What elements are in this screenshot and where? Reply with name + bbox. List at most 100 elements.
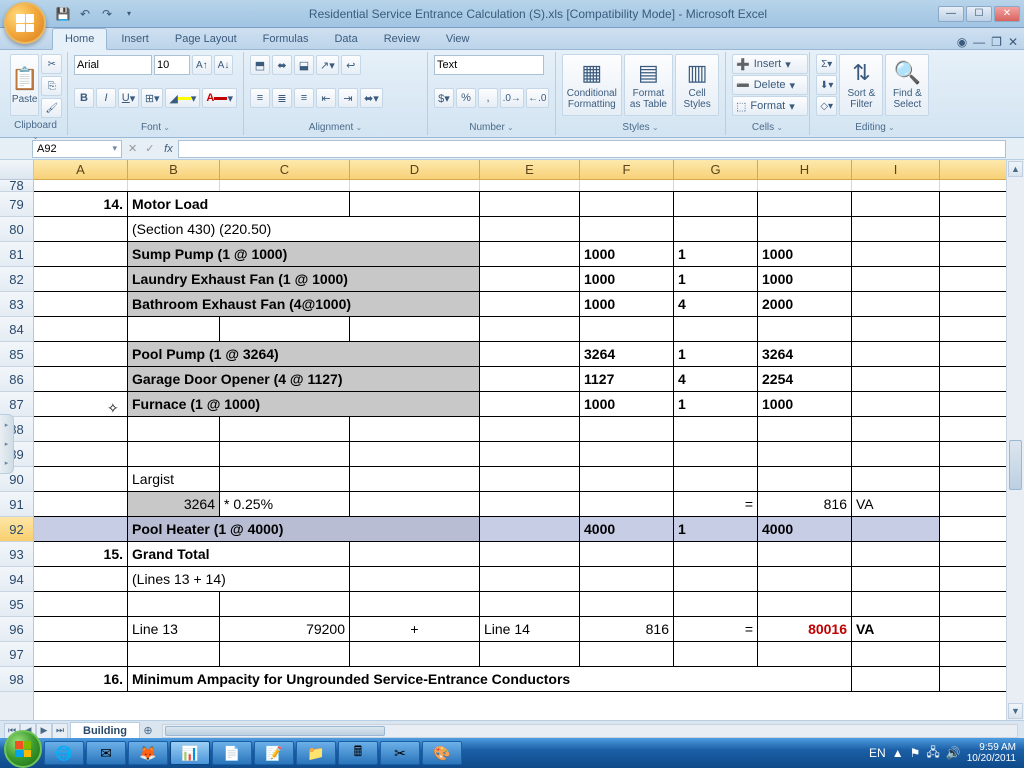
- name-box[interactable]: A92▾: [32, 140, 122, 158]
- table-row[interactable]: 3264 * 0.25%=816VA: [34, 492, 1006, 517]
- cell[interactable]: [480, 217, 580, 241]
- cell[interactable]: [350, 180, 480, 191]
- cell[interactable]: [674, 442, 758, 466]
- align-bottom-button[interactable]: ⬓: [294, 55, 314, 75]
- table-row[interactable]: Garage Door Opener (4 @ 1127)112742254: [34, 367, 1006, 392]
- taskbar-app-snip[interactable]: ✂: [380, 741, 420, 765]
- cancel-formula-icon[interactable]: ✕: [124, 142, 141, 155]
- orientation-button[interactable]: ↗▾: [316, 55, 339, 75]
- cut-button[interactable]: ✂: [41, 54, 62, 74]
- cell[interactable]: [220, 467, 350, 491]
- cell[interactable]: [758, 192, 852, 216]
- cell[interactable]: [852, 242, 940, 266]
- cell[interactable]: Furnace (1 @ 1000): [128, 392, 480, 416]
- help-icon[interactable]: ◉: [957, 35, 967, 49]
- worksheet[interactable]: ▸▸▸ ✧ 7879808182838485868788899091929394…: [0, 160, 1024, 720]
- table-row[interactable]: [34, 442, 1006, 467]
- cell[interactable]: 1000: [580, 292, 674, 316]
- cell[interactable]: [674, 592, 758, 616]
- cell[interactable]: [480, 267, 580, 291]
- cell[interactable]: 1000: [580, 267, 674, 291]
- align-center-button[interactable]: ≣: [272, 88, 292, 108]
- cell[interactable]: [852, 542, 940, 566]
- side-panel-handle[interactable]: ▸▸▸: [0, 414, 14, 474]
- cell[interactable]: 16.: [34, 667, 128, 691]
- qat-more-icon[interactable]: ▾: [120, 5, 138, 23]
- row-header[interactable]: 97: [0, 642, 33, 667]
- cell[interactable]: [580, 417, 674, 441]
- cell[interactable]: [674, 217, 758, 241]
- taskbar-app-calc[interactable]: 🖩: [338, 741, 378, 765]
- cell[interactable]: 3264: [758, 342, 852, 366]
- table-row[interactable]: [34, 317, 1006, 342]
- formula-input[interactable]: [178, 140, 1006, 158]
- cell[interactable]: * 0.25%: [220, 492, 350, 516]
- cell[interactable]: 1: [674, 392, 758, 416]
- col-header-H[interactable]: H: [758, 160, 852, 179]
- cell[interactable]: 14.: [34, 192, 128, 216]
- cell[interactable]: [128, 180, 220, 191]
- conditional-formatting-button[interactable]: ▦Conditional Formatting: [562, 54, 622, 116]
- row-header[interactable]: 78: [0, 180, 33, 192]
- table-row[interactable]: [34, 642, 1006, 667]
- row-header[interactable]: 84: [0, 317, 33, 342]
- cell[interactable]: Bathroom Exhaust Fan (4@1000): [128, 292, 480, 316]
- cell[interactable]: [480, 392, 580, 416]
- paste-button[interactable]: 📋Paste: [10, 54, 39, 116]
- cell[interactable]: [34, 342, 128, 366]
- cell[interactable]: [480, 292, 580, 316]
- cell[interactable]: =: [674, 617, 758, 641]
- cell[interactable]: [480, 342, 580, 366]
- cell[interactable]: [758, 180, 852, 191]
- table-row[interactable]: (Section 430) (220.50): [34, 217, 1006, 242]
- cell[interactable]: 4: [674, 292, 758, 316]
- grow-font-button[interactable]: A↑: [192, 55, 212, 75]
- tray-volume-icon[interactable]: 🔊: [946, 746, 961, 760]
- cell[interactable]: [34, 392, 128, 416]
- cell[interactable]: [852, 317, 940, 341]
- cell[interactable]: [480, 180, 580, 191]
- find-select-button[interactable]: 🔍Find & Select: [885, 54, 929, 116]
- row-header[interactable]: 79: [0, 192, 33, 217]
- format-painter-button[interactable]: 🖌: [41, 98, 62, 118]
- row-header[interactable]: 82: [0, 267, 33, 292]
- cell[interactable]: [480, 517, 580, 541]
- sheet-tab-building[interactable]: Building: [70, 722, 140, 739]
- cell[interactable]: [34, 442, 128, 466]
- cell[interactable]: [580, 542, 674, 566]
- number-format-select[interactable]: [434, 55, 544, 75]
- shrink-font-button[interactable]: A↓: [214, 55, 234, 75]
- cell[interactable]: [674, 180, 758, 191]
- cell[interactable]: [480, 417, 580, 441]
- cell[interactable]: [34, 317, 128, 341]
- cell[interactable]: 80016: [758, 617, 852, 641]
- table-row[interactable]: Pool Pump (1 @ 3264)326413264: [34, 342, 1006, 367]
- cell[interactable]: [852, 642, 940, 666]
- format-as-table-button[interactable]: ▤Format as Table: [624, 54, 674, 116]
- cell[interactable]: 1: [674, 517, 758, 541]
- cell[interactable]: [580, 180, 674, 191]
- doc-close-icon[interactable]: ✕: [1008, 35, 1018, 49]
- cell[interactable]: [852, 342, 940, 366]
- cell[interactable]: [758, 642, 852, 666]
- insert-cells-button[interactable]: ➕Insert▾: [732, 54, 808, 74]
- cell[interactable]: [758, 467, 852, 491]
- row-header[interactable]: 81: [0, 242, 33, 267]
- cell[interactable]: VA: [852, 492, 940, 516]
- font-size-select[interactable]: [154, 55, 190, 75]
- cell[interactable]: 1127: [580, 367, 674, 391]
- cell[interactable]: [852, 417, 940, 441]
- underline-button[interactable]: U▾: [118, 88, 139, 108]
- cell[interactable]: [34, 567, 128, 591]
- cell[interactable]: [580, 642, 674, 666]
- cell[interactable]: Line 14: [480, 617, 580, 641]
- cell[interactable]: [852, 267, 940, 291]
- font-color-button[interactable]: A▾: [202, 88, 237, 108]
- cell[interactable]: 1: [674, 267, 758, 291]
- horizontal-scrollbar[interactable]: [162, 724, 1018, 738]
- table-row[interactable]: 16.Minimum Ampacity for Ungrounded Servi…: [34, 667, 1006, 692]
- row-header[interactable]: 91: [0, 492, 33, 517]
- cell[interactable]: [34, 517, 128, 541]
- currency-button[interactable]: $▾: [434, 88, 454, 108]
- cell[interactable]: Pool Heater (1 @ 4000): [128, 517, 480, 541]
